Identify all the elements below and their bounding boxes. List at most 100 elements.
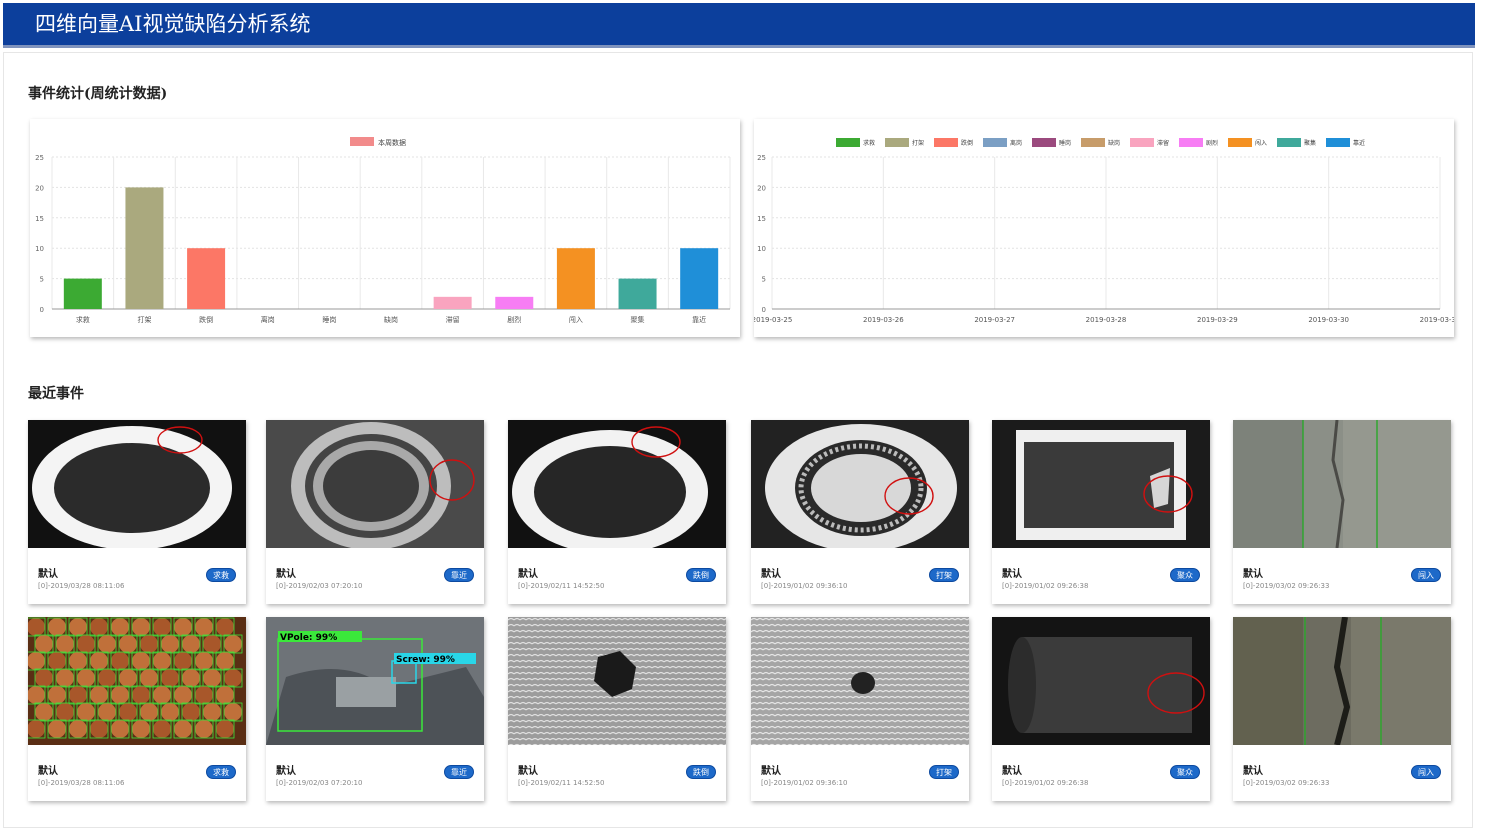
event-card[interactable]: 默认 [0]-2019/03/02 09:26:33 闯入 (1233, 420, 1451, 604)
y-tick-label: 5 (40, 276, 44, 284)
legend-label[interactable]: 跌倒 (961, 139, 973, 147)
legend-label[interactable]: 滞留 (1157, 139, 1169, 147)
y-tick-label: 15 (757, 215, 766, 223)
legend-label[interactable]: 靠近 (1353, 139, 1365, 147)
event-time: [0]-2019/01/02 09:36:10 (761, 582, 848, 590)
event-thumbnail[interactable] (508, 420, 726, 548)
legend-swatch-10[interactable] (1326, 138, 1350, 147)
y-tick-label: 0 (762, 306, 766, 314)
legend-swatch-7[interactable] (1179, 138, 1203, 147)
event-tag-badge[interactable]: 闯入 (1411, 765, 1441, 779)
event-card[interactable]: 默认 [0]-2019/01/02 09:36:10 打架 (751, 420, 969, 604)
y-tick-label: 25 (757, 154, 766, 162)
legend-swatch-1[interactable] (885, 138, 909, 147)
legend-label[interactable]: 离岗 (1010, 139, 1022, 147)
event-title: 默认 (276, 569, 296, 580)
event-time: [0]-2019/02/03 07:20:10 (276, 779, 363, 787)
legend-label: 本周数据 (378, 138, 406, 147)
event-card[interactable]: 默认 [0]-2019/01/02 09:26:38 聚众 (992, 420, 1210, 604)
event-tag-badge[interactable]: 靠近 (444, 765, 474, 779)
event-title: 默认 (38, 766, 58, 777)
event-card[interactable]: 默认 [0]-2019/01/02 09:26:38 聚众 (992, 617, 1210, 801)
event-thumbnail[interactable] (508, 617, 726, 745)
event-time: [0]-2019/03/28 08:11:06 (38, 779, 125, 787)
x-tick-label: 剧烈 (507, 315, 521, 324)
event-title: 默认 (518, 569, 538, 580)
event-card[interactable]: 默认 [0]-2019/01/02 09:36:10 打架 (751, 617, 969, 801)
event-title: 默认 (1243, 569, 1263, 580)
x-tick-label: 聚集 (631, 315, 645, 324)
legend-swatch-5[interactable] (1081, 138, 1105, 147)
legend-swatch-4[interactable] (1032, 138, 1056, 147)
event-tag-badge[interactable]: 跌倒 (686, 568, 716, 582)
legend-label[interactable]: 打架 (912, 139, 924, 147)
bar-1 (125, 187, 164, 309)
event-card[interactable]: 默认 [0]-2019/03/28 08:11:06 求救 (28, 617, 246, 801)
event-thumbnail[interactable] (992, 420, 1210, 548)
bar-6 (433, 296, 472, 309)
event-time: [0]-2019/02/03 07:20:10 (276, 582, 363, 590)
y-tick-label: 0 (40, 306, 44, 314)
bar-9 (618, 278, 657, 309)
event-tag-badge[interactable]: 闯入 (1411, 568, 1441, 582)
main-page: 事件统计(周统计数据) 25 20 15 10 5 0 求救 打架 跌倒 离岗 睡岗 缺岗 滞留 剧烈 闯入… (3, 52, 1473, 828)
event-tag-badge[interactable]: 打架 (929, 568, 959, 582)
event-card[interactable]: 默认 [0]-2019/03/02 09:26:33 闯入 (1233, 617, 1451, 801)
legend-label[interactable]: 闯入 (1255, 139, 1267, 147)
line-chart-panel: 25 20 15 10 5 0 2019-03-25 2019-03-26 2019-03-27… (752, 119, 1460, 337)
bar-chart: 25 20 15 10 5 0 求救 打架 跌倒 离岗 睡岗 缺岗 滞留 剧烈 闯入 聚集 靠近 本周数据 (35, 137, 731, 324)
y-tick-label: 20 (35, 184, 44, 192)
svg-text:Screw: 99%: Screw: 99% (396, 655, 455, 665)
svg-text:VPole: 99%: VPole: 99% (280, 633, 337, 643)
event-thumbnail[interactable] (751, 420, 969, 548)
event-card[interactable]: 默认 [0]-2019/02/03 07:20:10 靠近 (266, 420, 484, 604)
event-tag-badge[interactable]: 求救 (206, 765, 236, 779)
event-time: [0]-2019/03/02 09:26:33 (1243, 779, 1330, 787)
legend-label[interactable]: 求救 (863, 139, 875, 147)
legend-swatch-6[interactable] (1130, 138, 1154, 147)
legend-swatch-9[interactable] (1277, 138, 1301, 147)
event-card[interactable]: VPole: 99% Screw: 99% 默认 [0]-2019/02/03 07:… (266, 617, 484, 801)
event-tag-badge[interactable]: 聚众 (1170, 568, 1200, 582)
legend-swatch-0[interactable] (836, 138, 860, 147)
legend-swatch-8[interactable] (1228, 138, 1252, 147)
legend-label[interactable]: 睡岗 (1059, 139, 1071, 147)
y-tick-label: 20 (757, 184, 766, 192)
app-title: 四维向量AI视觉缺陷分析系统 (35, 12, 311, 36)
event-tag-badge[interactable]: 求救 (206, 568, 236, 582)
event-time: [0]-2019/03/02 09:26:33 (1243, 582, 1330, 590)
event-card[interactable]: 默认 [0]-2019/02/11 14:52:50 跌倒 (508, 420, 726, 604)
event-thumbnail[interactable] (28, 420, 246, 548)
y-tick-label: 25 (35, 154, 44, 162)
legend-label[interactable]: 剧烈 (1206, 139, 1218, 147)
x-tick-label: 靠近 (692, 315, 706, 324)
event-thumbnail[interactable] (1233, 420, 1451, 548)
event-thumbnail[interactable] (751, 617, 969, 745)
event-thumbnail[interactable] (992, 617, 1210, 745)
event-card[interactable]: 默认 [0]-2019/03/28 08:11:06 求救 (28, 420, 246, 604)
event-thumbnail[interactable]: VPole: 99% Screw: 99% (266, 617, 484, 745)
event-card[interactable]: 默认 [0]-2019/02/11 14:52:50 跌倒 (508, 617, 726, 801)
event-tag-badge[interactable]: 跌倒 (686, 765, 716, 779)
event-thumbnail[interactable] (28, 617, 246, 745)
x-tick-label: 闯入 (569, 315, 583, 324)
event-title: 默认 (761, 569, 781, 580)
event-time: [0]-2019/02/11 14:52:50 (518, 582, 605, 590)
event-tag-badge[interactable]: 打架 (929, 765, 959, 779)
stats-section-title: 事件统计(周统计数据) (28, 86, 168, 102)
legend-swatch-3[interactable] (983, 138, 1007, 147)
bar-10 (680, 248, 719, 309)
x-tick-label: 睡岗 (322, 316, 336, 324)
x-tick-label: 跌倒 (199, 315, 213, 324)
bar-8 (556, 248, 595, 309)
legend-label[interactable]: 聚集 (1304, 139, 1316, 147)
legend-label[interactable]: 缺岗 (1108, 139, 1120, 147)
event-thumbnail[interactable] (266, 420, 484, 548)
event-title: 默认 (518, 766, 538, 777)
legend-swatch-2[interactable] (934, 138, 958, 147)
event-tag-badge[interactable]: 聚众 (1170, 765, 1200, 779)
line-chart: 25 20 15 10 5 0 2019-03-25 2019-03-26 2019-03-27… (752, 138, 1460, 324)
event-thumbnail[interactable] (1233, 617, 1451, 745)
y-tick-label: 15 (35, 215, 44, 223)
event-tag-badge[interactable]: 靠近 (444, 568, 474, 582)
